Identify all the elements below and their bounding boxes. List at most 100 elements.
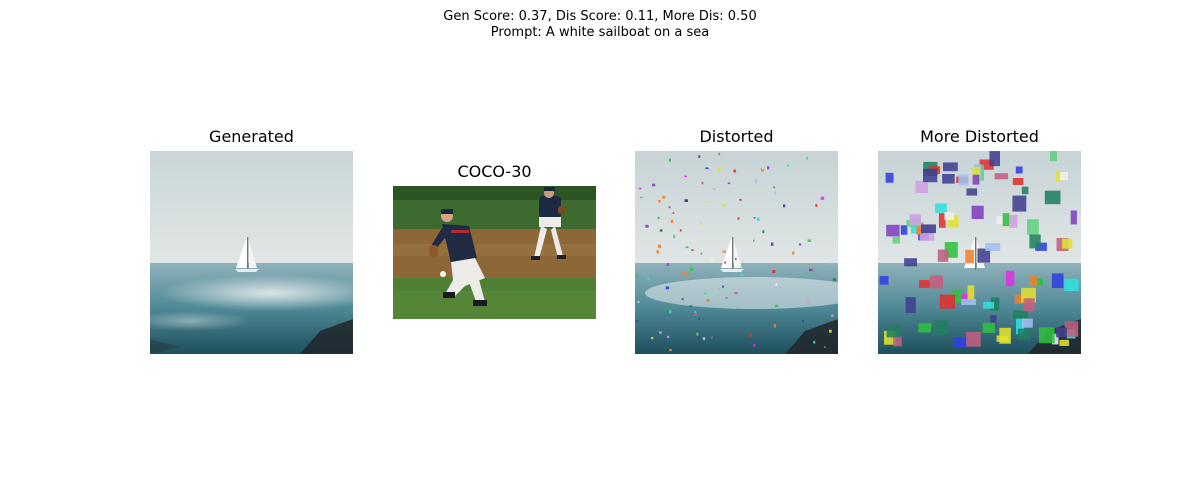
generated-image xyxy=(150,151,353,354)
noise-patch xyxy=(923,168,938,183)
noise-patch xyxy=(1015,166,1023,174)
noise-patch xyxy=(921,224,936,234)
noise-patch xyxy=(713,188,716,190)
noise-patch xyxy=(919,280,930,288)
noise-patch xyxy=(999,327,1011,344)
noise-patch xyxy=(722,285,724,288)
noise-patch xyxy=(886,324,901,338)
noise-patch xyxy=(701,181,704,185)
noise-patch xyxy=(635,275,639,278)
noise-patch xyxy=(734,292,738,295)
noise-patch xyxy=(637,301,640,303)
noise-patch xyxy=(937,249,949,262)
noise-patch xyxy=(823,346,826,348)
noise-patch xyxy=(737,217,740,220)
noise-patch xyxy=(740,273,744,276)
noise-patch xyxy=(983,301,994,309)
noise-patch xyxy=(900,225,908,235)
noise-patch xyxy=(767,166,770,170)
figure-prompt-line: Prompt: A white sailboat on a sea xyxy=(490,25,710,40)
noise-patch xyxy=(806,300,811,304)
noise-patch xyxy=(1009,214,1018,228)
noise-patch xyxy=(672,212,675,214)
noise-patch xyxy=(684,199,688,202)
noise-patch xyxy=(651,337,654,340)
noise-patch xyxy=(669,349,672,352)
noise-patch xyxy=(706,299,710,302)
noise-patch xyxy=(1070,210,1077,225)
noise-patch xyxy=(1022,318,1033,328)
noise-patch xyxy=(670,219,674,223)
noise-patch xyxy=(830,262,833,265)
noise-patch xyxy=(700,252,703,255)
noise-patch xyxy=(659,229,663,232)
noise-patch xyxy=(774,191,777,195)
noise-patch xyxy=(698,317,700,320)
coco-image xyxy=(393,186,596,319)
noise-patch xyxy=(697,336,700,339)
noise-patch xyxy=(753,217,756,219)
noise-patch xyxy=(652,183,656,187)
noise-patch xyxy=(885,172,894,183)
noise-patch xyxy=(1050,151,1057,162)
noise-patch xyxy=(944,212,955,221)
noise-patch xyxy=(934,320,949,335)
noise-patch xyxy=(668,158,671,162)
noise-patch xyxy=(879,276,889,285)
noise-patch xyxy=(762,230,765,234)
noise-patch xyxy=(698,155,701,158)
noise-patch xyxy=(647,277,650,280)
noise-patch xyxy=(685,246,689,249)
noise-patch xyxy=(666,263,669,266)
noise-patch xyxy=(989,151,1000,167)
noise-patch xyxy=(696,332,699,336)
noise-patch xyxy=(820,196,825,200)
noise-patch xyxy=(684,175,687,178)
noise-patch xyxy=(939,294,955,309)
noise-patch xyxy=(773,324,776,328)
noise-patch xyxy=(832,278,836,281)
noise-patch xyxy=(996,216,1003,224)
noise-patch xyxy=(657,244,661,249)
noise-patch xyxy=(909,214,921,226)
noise-patch xyxy=(942,174,955,184)
noise-patch xyxy=(892,236,901,244)
noise-patch xyxy=(681,298,684,301)
noise-patch xyxy=(1059,172,1068,181)
noise-patch xyxy=(798,243,802,246)
noise-patch xyxy=(829,329,832,333)
noise-patch xyxy=(1064,278,1079,291)
noise-patch xyxy=(726,261,729,265)
panel-title-coco30: COCO-30 xyxy=(457,162,532,181)
noise-patch xyxy=(1055,327,1067,338)
noise-patch xyxy=(699,223,703,225)
noise-patch xyxy=(982,322,996,333)
noise-patch xyxy=(702,337,706,341)
noise-patch xyxy=(694,310,697,314)
noise-patch xyxy=(689,305,693,308)
noise-patch xyxy=(985,243,1001,251)
noise-patch xyxy=(1062,238,1073,249)
noise-patch xyxy=(645,224,649,228)
noise-patch xyxy=(1005,270,1015,287)
noise-patch xyxy=(686,274,689,278)
noise-patch xyxy=(813,340,816,344)
noise-patch xyxy=(967,285,975,300)
noise-patch xyxy=(739,265,742,268)
noise-patch xyxy=(1059,339,1069,346)
noise-patch xyxy=(905,297,916,313)
noise-patch xyxy=(1017,328,1031,340)
noise-patch xyxy=(656,250,659,254)
noise-patch xyxy=(638,187,642,190)
noise-patch xyxy=(1038,327,1055,344)
noise-patch xyxy=(704,292,707,295)
noise-patch xyxy=(1012,178,1024,185)
noise-patch xyxy=(659,331,662,334)
noise-patch xyxy=(886,224,900,237)
noise-patch xyxy=(718,288,720,290)
noise-patch xyxy=(667,335,670,338)
noise-patch xyxy=(929,275,943,289)
noise-patch xyxy=(1002,213,1010,227)
noise-patch xyxy=(710,259,714,262)
noise-patch xyxy=(727,182,731,185)
